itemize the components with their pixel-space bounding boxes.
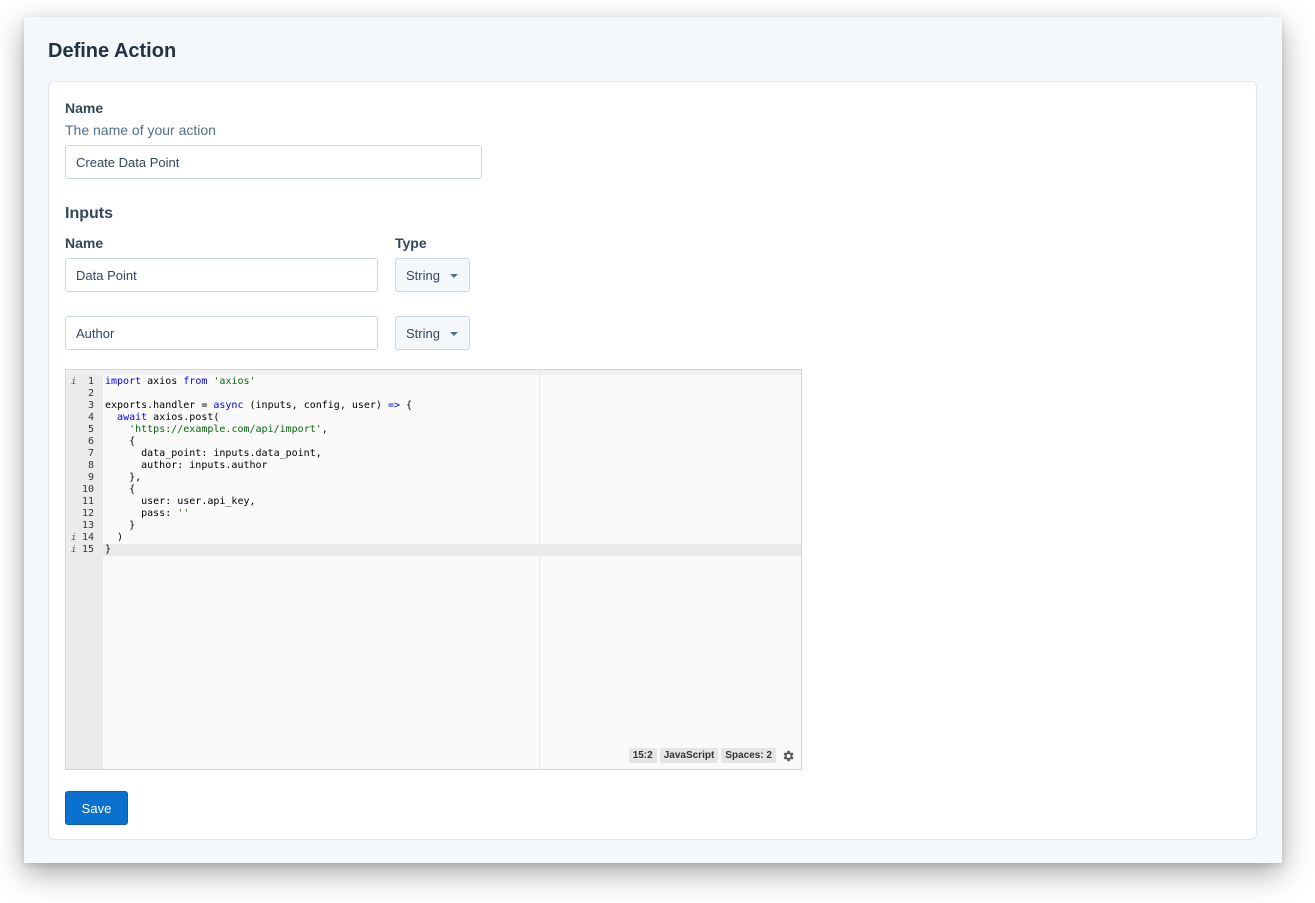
input-type-value-1: String	[406, 267, 440, 283]
line-number: 8	[87, 460, 94, 471]
line-number: 10	[81, 484, 94, 495]
code-editor[interactable]: i 1 import axios from 'axios' 2 3 exports.han…	[65, 369, 802, 770]
code-line[interactable]: i 14 )	[66, 532, 801, 544]
indent-setting[interactable]: Spaces: 2	[721, 748, 776, 763]
line-number: 5	[87, 424, 94, 435]
code-text: {	[105, 484, 136, 495]
code-line[interactable]: 4 await axios.post(	[66, 412, 801, 424]
code-text: await axios.post(	[117, 412, 220, 423]
code-line[interactable]: 11 user: user.api_key,	[66, 496, 801, 508]
chevron-down-icon	[450, 274, 458, 278]
line-number: 11	[81, 496, 94, 507]
code-text: },	[105, 472, 142, 483]
code-line[interactable]: 9 },	[66, 472, 801, 484]
name-help-text: The name of your action	[65, 122, 216, 138]
line-number: 2	[87, 388, 94, 399]
line-number: 4	[87, 412, 94, 423]
line-number: 7	[87, 448, 94, 459]
action-form-card: Name The name of your action Inputs Name…	[48, 81, 1257, 840]
line-number: 9	[87, 472, 94, 483]
language-mode[interactable]: JavaScript	[659, 748, 719, 763]
code-line[interactable]: 2	[66, 388, 801, 400]
line-number: 6	[87, 436, 94, 447]
code-line[interactable]: 12 pass: ''	[66, 508, 801, 520]
line-number: 3	[87, 400, 94, 411]
cursor-position: 15:2	[628, 748, 657, 763]
code-text: }	[105, 544, 112, 555]
editor-top-bar	[66, 370, 801, 375]
code-text: pass: ''	[105, 508, 190, 519]
code-line[interactable]: 6 {	[66, 436, 801, 448]
code-text: 'https://example.com/api/import',	[129, 424, 328, 435]
code-text: import axios from 'axios'	[105, 376, 256, 387]
line-number: 15	[81, 544, 94, 555]
code-line[interactable]: i 15}	[66, 544, 801, 556]
code-text: {	[105, 436, 136, 447]
editor-statusbar: 15:2 JavaScript Spaces: 2	[628, 748, 795, 763]
input-type-select-2[interactable]: String	[395, 316, 470, 350]
input-name-header: Name	[65, 235, 104, 251]
line-number: 14	[81, 532, 94, 543]
input-type-header: Type	[395, 235, 427, 251]
inputs-section-title: Inputs	[65, 205, 113, 222]
page-title: Define Action	[48, 40, 177, 62]
gear-icon[interactable]	[781, 749, 795, 763]
code-line[interactable]: 3 exports.handler = async (inputs, config…	[66, 400, 801, 412]
line-number: 1	[87, 376, 94, 387]
code-text: }	[105, 520, 136, 531]
name-label: Name	[65, 100, 104, 116]
app-window: Define Action Name The name of your acti…	[24, 17, 1282, 863]
line-number: 12	[81, 508, 94, 519]
code-line[interactable]: 13 }	[66, 520, 801, 532]
line-number: 13	[81, 520, 94, 531]
code-line[interactable]: 10 {	[66, 484, 801, 496]
code-line[interactable]: 5 'https://example.com/api/import',	[66, 424, 801, 436]
chevron-down-icon	[450, 332, 458, 336]
save-button[interactable]: Save	[65, 791, 128, 825]
input-type-select-1[interactable]: String	[395, 258, 470, 292]
action-name-input[interactable]	[65, 145, 482, 179]
code-line[interactable]: 7 data_point: inputs.data_point,	[66, 448, 801, 460]
input-type-value-2: String	[406, 325, 440, 341]
input-name-field-2[interactable]	[65, 316, 378, 350]
input-name-field-1[interactable]	[65, 258, 378, 292]
code-text: )	[105, 532, 124, 543]
code-text: user: user.api_key,	[105, 496, 256, 507]
editor-lines: i 1 import axios from 'axios' 2 3 exports.han…	[66, 376, 801, 556]
code-line[interactable]: 8 author: inputs.author	[66, 460, 801, 472]
code-line[interactable]: i 1 import axios from 'axios'	[66, 376, 801, 388]
code-text: data_point: inputs.data_point,	[105, 448, 322, 459]
code-text: exports.handler = async (inputs, config,…	[105, 400, 413, 411]
code-text: author: inputs.author	[105, 460, 268, 471]
